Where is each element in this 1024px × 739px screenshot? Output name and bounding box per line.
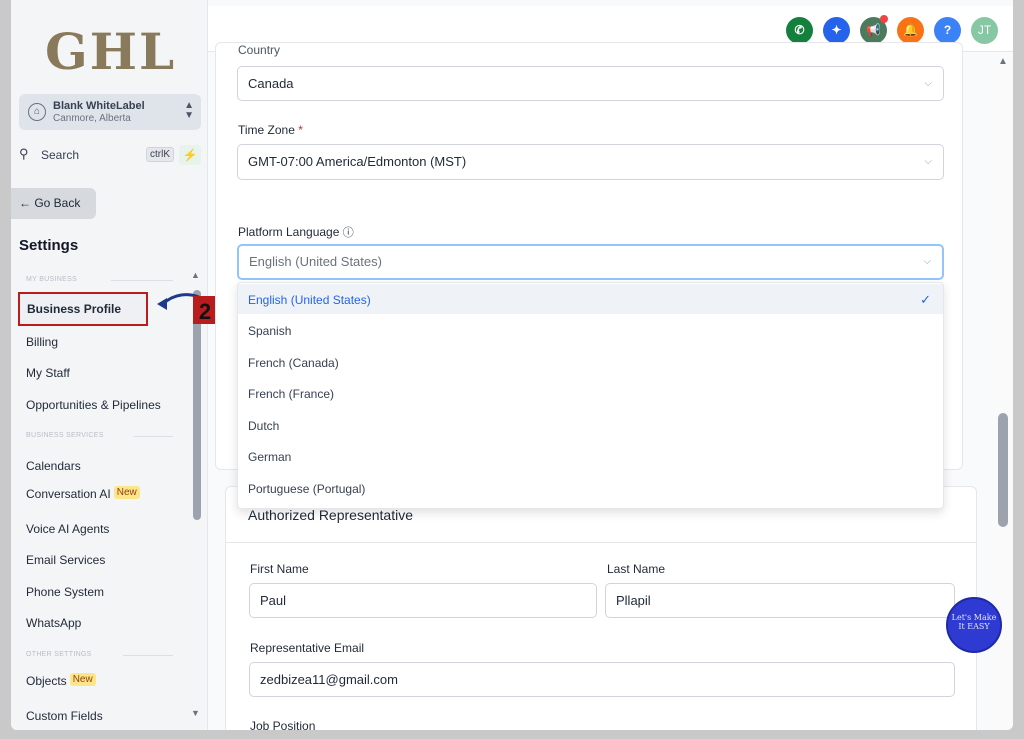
authorized-rep-title: Authorized Representative: [248, 507, 413, 523]
scroll-down-icon[interactable]: ▼: [191, 708, 200, 718]
job-position-label: Job Position: [250, 719, 316, 730]
sidebar: GHL ⌂ Blank WhiteLabel Canmore, Alberta …: [11, 0, 208, 730]
timezone-value: GMT-07:00 America/Edmonton (MST): [248, 154, 467, 169]
user-avatar[interactable]: JT: [971, 17, 998, 44]
timezone-select[interactable]: GMT-07:00 America/Edmonton (MST) ⌵: [237, 144, 944, 180]
language-dropdown-menu: English (United States) ✓ Spanish French…: [237, 282, 944, 509]
timezone-label-text: Time Zone: [238, 123, 295, 137]
app-window: GHL ⌂ Blank WhiteLabel Canmore, Alberta …: [11, 0, 1013, 730]
sidebar-item-label: Objects: [26, 674, 67, 688]
help-icon[interactable]: ?: [934, 17, 961, 44]
bell-icon[interactable]: 🔔: [897, 17, 924, 44]
sidebar-item-billing[interactable]: Billing: [26, 335, 58, 349]
language-option[interactable]: English (United States) ✓: [238, 284, 943, 314]
sidebar-item-phone-system[interactable]: Phone System: [26, 585, 104, 599]
account-switcher[interactable]: ⌂ Blank WhiteLabel Canmore, Alberta ▲ ▼: [19, 94, 201, 130]
scroll-up-icon[interactable]: ▲: [191, 270, 200, 280]
chevron-down-icon: ⌵: [924, 156, 932, 167]
info-icon: ⓘ: [342, 227, 354, 239]
sidebar-item-opportunities[interactable]: Opportunities & Pipelines: [26, 398, 161, 412]
sidebar-item-custom-fields[interactable]: Custom Fields: [26, 709, 103, 723]
first-name-label: First Name: [250, 562, 309, 576]
account-name: Blank WhiteLabel: [53, 100, 145, 112]
country-label: Country: [238, 43, 281, 57]
platform-language-value: English (United States): [249, 254, 382, 269]
search-label: Search: [41, 148, 80, 162]
language-option[interactable]: French (France): [238, 378, 943, 408]
language-option[interactable]: Dutch: [238, 410, 943, 440]
chevron-down-icon: ⌵: [924, 78, 932, 89]
section-my-business: MY BUSINESS: [26, 276, 78, 283]
search-shortcut: ctrlK: [146, 147, 174, 162]
chevron-updown-icon: ▲ ▼: [184, 100, 194, 121]
chevron-down-icon: ⌵: [923, 256, 931, 267]
divider: [123, 655, 173, 656]
settings-title: Settings: [19, 237, 79, 254]
sidebar-item-business-profile[interactable]: Business Profile: [18, 292, 148, 326]
sidebar-item-label: Conversation AI: [26, 487, 111, 501]
country-value: Canada: [248, 76, 294, 91]
sidebar-item-my-staff[interactable]: My Staff: [26, 366, 70, 380]
rep-email-input[interactable]: zedbizea11@gmail.com: [249, 662, 955, 697]
sidebar-item-voice-ai[interactable]: Voice AI Agents: [26, 522, 109, 536]
language-option[interactable]: German: [238, 441, 943, 471]
sidebar-item-whatsapp[interactable]: WhatsApp: [26, 616, 81, 630]
app-logo: GHL: [45, 22, 177, 81]
new-badge: New: [69, 673, 96, 686]
language-option[interactable]: Spanish: [238, 315, 943, 345]
section-other-settings: OTHER SETTINGS: [26, 651, 92, 658]
platform-language-label: Platform Language ⓘ: [238, 224, 354, 240]
search-button[interactable]: ⚲ Search ctrlK: [19, 145, 174, 165]
check-icon: ✓: [920, 292, 931, 307]
platform-language-label-text: Platform Language: [238, 225, 340, 239]
sidebar-item-calendars[interactable]: Calendars: [26, 459, 81, 473]
required-marker: *: [298, 123, 303, 137]
sidebar-item-email-services[interactable]: Email Services: [26, 553, 105, 567]
go-back-button[interactable]: ← Go Back: [11, 188, 96, 219]
language-option[interactable]: French (Canada): [238, 347, 943, 377]
sidebar-item-conversation-ai[interactable]: Conversation AI New: [26, 486, 140, 501]
last-name-label: Last Name: [607, 562, 666, 576]
language-option[interactable]: Portuguese (Portugal): [238, 473, 943, 503]
sidebar-item-objects[interactable]: Objects New: [26, 673, 96, 688]
section-business-services: BUSINESS SERVICES: [26, 432, 104, 439]
platform-language-select[interactable]: English (United States) ⌵: [237, 244, 944, 280]
rep-email-label: Representative Email: [250, 641, 365, 655]
search-icon: ⚲: [19, 146, 29, 161]
divider: [226, 542, 976, 543]
last-name-input[interactable]: Pllapil: [605, 583, 955, 618]
country-select[interactable]: Canada ⌵: [237, 66, 944, 101]
account-location: Canmore, Alberta: [53, 113, 131, 124]
timezone-label: Time Zone *: [238, 123, 303, 137]
first-name-input[interactable]: Paul: [249, 583, 597, 618]
divider: [111, 280, 173, 281]
floating-brand-badge[interactable]: Let's Make It EASY: [946, 597, 1002, 653]
phone-icon[interactable]: ✆: [786, 17, 813, 44]
page-scrollbar-thumb[interactable]: [998, 413, 1008, 527]
sparkle-icon[interactable]: ✦: [823, 17, 850, 44]
quick-action-bolt-icon[interactable]: ⚡: [179, 145, 201, 165]
scroll-up-icon[interactable]: ▲: [998, 56, 1008, 67]
divider: [133, 436, 173, 437]
notification-dot: [880, 15, 888, 23]
language-option-label: English (United States): [248, 293, 371, 307]
location-icon: ⌂: [28, 103, 46, 121]
new-badge: New: [113, 486, 140, 499]
